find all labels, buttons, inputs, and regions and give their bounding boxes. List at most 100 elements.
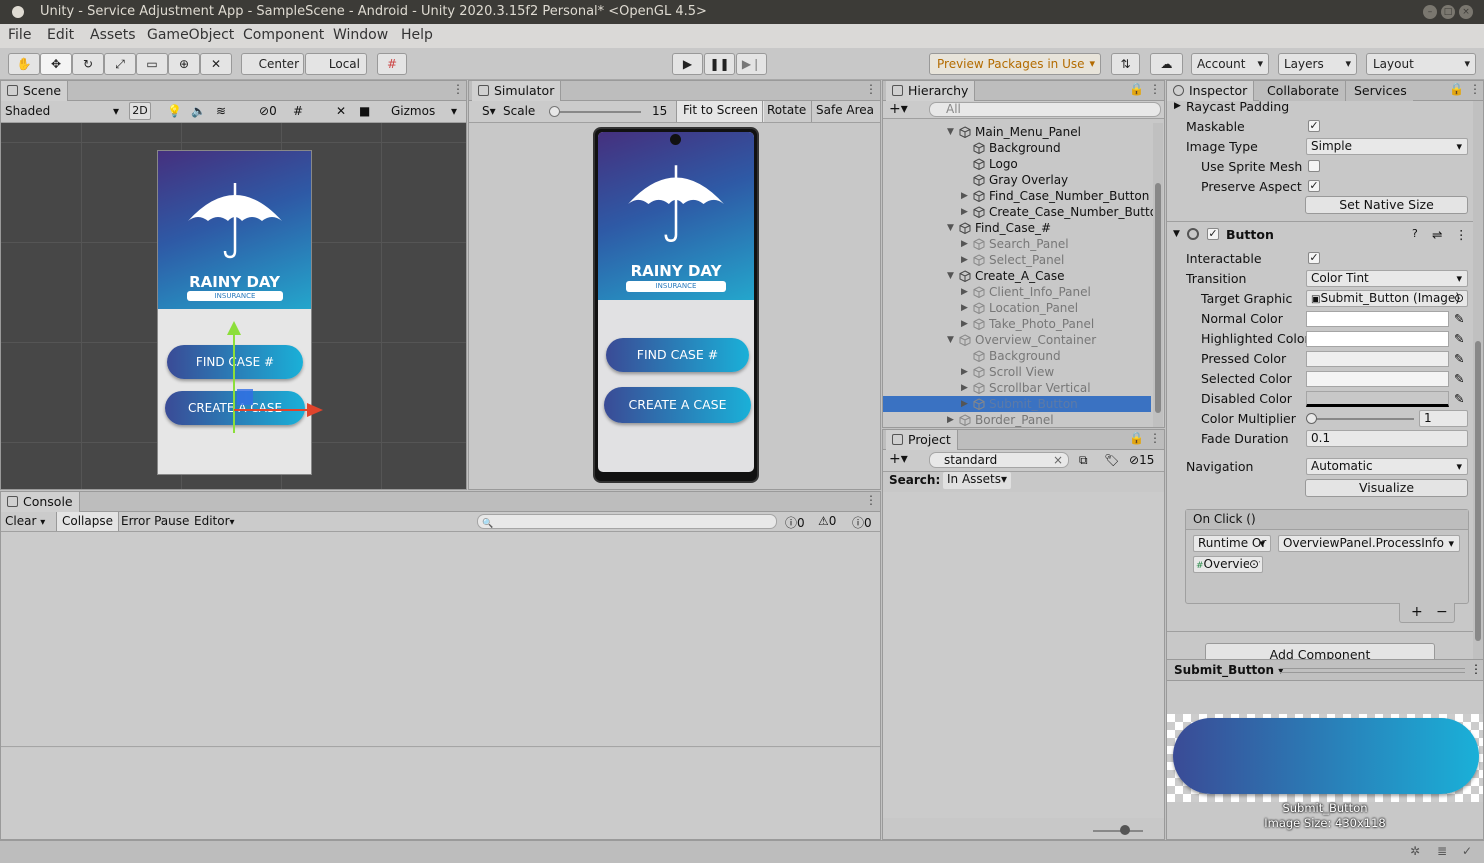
inspector-scroll-thumb[interactable]: [1475, 341, 1481, 641]
menu-component[interactable]: Component: [243, 27, 324, 43]
disabled-color-swatch[interactable]: [1306, 391, 1449, 407]
chevron-down-icon[interactable]: ▼: [947, 332, 954, 348]
hierarchy-item[interactable]: ▶ Scroll View: [883, 364, 1151, 380]
lock-icon[interactable]: 🔒: [1449, 82, 1464, 96]
safe-area-button[interactable]: Safe Area: [811, 101, 881, 122]
console-log-area[interactable]: [1, 532, 880, 747]
project-zoom-slider-thumb[interactable]: [1120, 825, 1130, 835]
preview-object-dropdown[interactable]: Submit_Button ▾: [1174, 663, 1283, 677]
fit-to-screen-button[interactable]: Fit to Screen: [676, 101, 764, 122]
hierarchy-scroll-thumb[interactable]: [1155, 183, 1161, 413]
effects-icon[interactable]: ≋: [216, 104, 226, 118]
preserve-aspect-checkbox[interactable]: ✓: [1308, 180, 1320, 192]
error-pause-button[interactable]: Error Pause: [121, 514, 189, 528]
pivot-local-button[interactable]: Local: [305, 53, 367, 75]
pressed-color-swatch[interactable]: [1306, 351, 1449, 367]
image-type-dropdown[interactable]: Simple: [1306, 138, 1468, 155]
move-tool-icon[interactable]: ✥: [40, 53, 72, 75]
tools-icon[interactable]: ✕: [336, 104, 346, 118]
play-button[interactable]: ▶: [672, 53, 703, 75]
transition-dropdown[interactable]: Color Tint: [1306, 270, 1468, 287]
hierarchy-item[interactable]: ▶ Find_Case_Number_Button: [883, 188, 1151, 204]
hierarchy-item[interactable]: ▶ Create_Case_Number_Button: [883, 204, 1153, 220]
hierarchy-item[interactable]: ▶ Submit_Button: [883, 396, 1151, 412]
help-icon[interactable]: ?: [1412, 227, 1418, 240]
grid-snap-icon[interactable]: #: [377, 53, 407, 75]
minimize-icon[interactable]: –: [1423, 5, 1437, 19]
hierarchy-item[interactable]: ▶ Location_Panel: [883, 300, 1151, 316]
step-button[interactable]: ▶❘: [736, 53, 767, 75]
hierarchy-item[interactable]: ▶ Scrollbar Vertical: [883, 380, 1151, 396]
chevron-right-icon[interactable]: ▶: [961, 236, 968, 252]
eyedropper-icon[interactable]: ✎: [1454, 351, 1464, 366]
search-scope-dropdown[interactable]: In Assets▾: [943, 472, 1012, 489]
scene-find-case-button[interactable]: FIND CASE #: [167, 345, 303, 379]
menu-assets[interactable]: Assets: [90, 27, 136, 43]
layers-dropdown[interactable]: Layers: [1278, 53, 1357, 75]
check-icon[interactable]: ✓: [1462, 844, 1472, 858]
menu-help[interactable]: Help: [401, 27, 433, 43]
hierarchy-item[interactable]: ▼ Create_A_Case: [883, 268, 1151, 284]
hierarchy-item[interactable]: ▶ Select_Panel: [883, 252, 1151, 268]
hierarchy-scrollbar[interactable]: [1153, 123, 1163, 427]
sim-create-case-button[interactable]: CREATE A CASE: [604, 387, 751, 423]
highlighted-color-swatch[interactable]: [1306, 331, 1449, 347]
eyedropper-icon[interactable]: ✎: [1454, 391, 1464, 406]
hierarchy-search-input[interactable]: All: [929, 102, 1161, 117]
warning-count-toggle[interactable]: ⚠0: [818, 514, 836, 528]
pivot-center-button[interactable]: Center: [241, 53, 304, 75]
hierarchy-item[interactable]: ▶ Client_Info_Panel: [883, 284, 1151, 300]
hidden-toggle-icon[interactable]: ⊘0: [259, 104, 277, 118]
chevron-right-icon[interactable]: ▶: [961, 204, 968, 220]
hidden-packages-icon[interactable]: ⊘15: [1129, 453, 1154, 467]
raycast-padding-row[interactable]: ▶ Raycast Padding: [1167, 97, 1465, 117]
maskable-checkbox[interactable]: ✓: [1308, 120, 1320, 132]
sim-find-case-button[interactable]: FIND CASE #: [606, 338, 749, 372]
collab-icon[interactable]: ⇅: [1111, 53, 1140, 75]
lock-icon[interactable]: 🔒: [1129, 431, 1144, 445]
move-gizmo-center[interactable]: [237, 389, 253, 405]
shading-dropdown[interactable]: Shaded ▾: [5, 104, 119, 118]
selected-color-swatch[interactable]: [1306, 371, 1449, 387]
hierarchy-add-button[interactable]: +▾: [889, 101, 908, 117]
hierarchy-item[interactable]: ▼ Main_Menu_Panel: [883, 124, 1151, 140]
filter-label-icon[interactable]: 🏷: [1104, 453, 1119, 467]
add-event-button[interactable]: +: [1411, 604, 1423, 620]
use-sprite-mesh-checkbox[interactable]: [1308, 160, 1320, 172]
lighting-icon[interactable]: 💡: [167, 104, 182, 118]
grid-icon[interactable]: #: [293, 104, 303, 118]
device-screen[interactable]: RAINY DAY INSURANCE FIND CASE # CREATE A…: [598, 132, 754, 472]
hierarchy-item[interactable]: ▶ Border_Panel: [883, 412, 1151, 427]
hierarchy-item[interactable]: Background: [883, 348, 1151, 364]
menu-gameobject[interactable]: GameObject: [147, 27, 234, 43]
progress-icon[interactable]: ≣: [1437, 844, 1447, 858]
console-search-input[interactable]: 🔍: [477, 514, 777, 529]
transform-tool-icon[interactable]: ⊕: [168, 53, 200, 75]
hierarchy-item[interactable]: ▼ Overview_Container: [883, 332, 1151, 348]
chevron-right-icon[interactable]: ▶: [947, 412, 954, 427]
color-multiplier-slider-track[interactable]: [1310, 418, 1414, 420]
layout-dropdown[interactable]: Layout: [1366, 53, 1476, 75]
component-menu-icon[interactable]: ⋮: [1455, 227, 1468, 242]
gizmos-dropdown[interactable]: Gizmos ▾: [391, 104, 457, 118]
simulator-device-dropdown[interactable]: S▾: [482, 104, 496, 118]
simulator-menu-icon[interactable]: ⋮: [865, 82, 877, 96]
scene-create-case-button[interactable]: CREATE A CASE: [165, 391, 305, 425]
eyedropper-icon[interactable]: ✎: [1454, 371, 1464, 386]
tab-hierarchy[interactable]: Hierarchy: [886, 81, 976, 101]
function-dropdown[interactable]: OverviewPanel.ProcessInfo: [1278, 535, 1460, 552]
scene-menu-icon[interactable]: ⋮: [452, 82, 464, 96]
close-icon[interactable]: ×: [1459, 5, 1473, 19]
target-graphic-field[interactable]: ▣Submit_Button (Image) ⊙: [1306, 290, 1468, 307]
fade-duration-input[interactable]: 0.1: [1306, 430, 1468, 447]
hand-tool-icon[interactable]: ✋: [8, 53, 40, 75]
lock-icon[interactable]: 🔒: [1129, 82, 1144, 96]
console-detail-area[interactable]: [1, 748, 880, 839]
rotate-tool-icon[interactable]: ↻: [72, 53, 104, 75]
tab-simulator[interactable]: Simulator: [472, 81, 562, 101]
tab-project[interactable]: Project: [886, 430, 958, 450]
scale-tool-icon[interactable]: ⤢: [104, 53, 136, 75]
inspector-scrollbar[interactable]: [1473, 101, 1483, 659]
color-multiplier-slider-thumb[interactable]: [1306, 413, 1317, 424]
chevron-right-icon[interactable]: ▶: [961, 380, 968, 396]
